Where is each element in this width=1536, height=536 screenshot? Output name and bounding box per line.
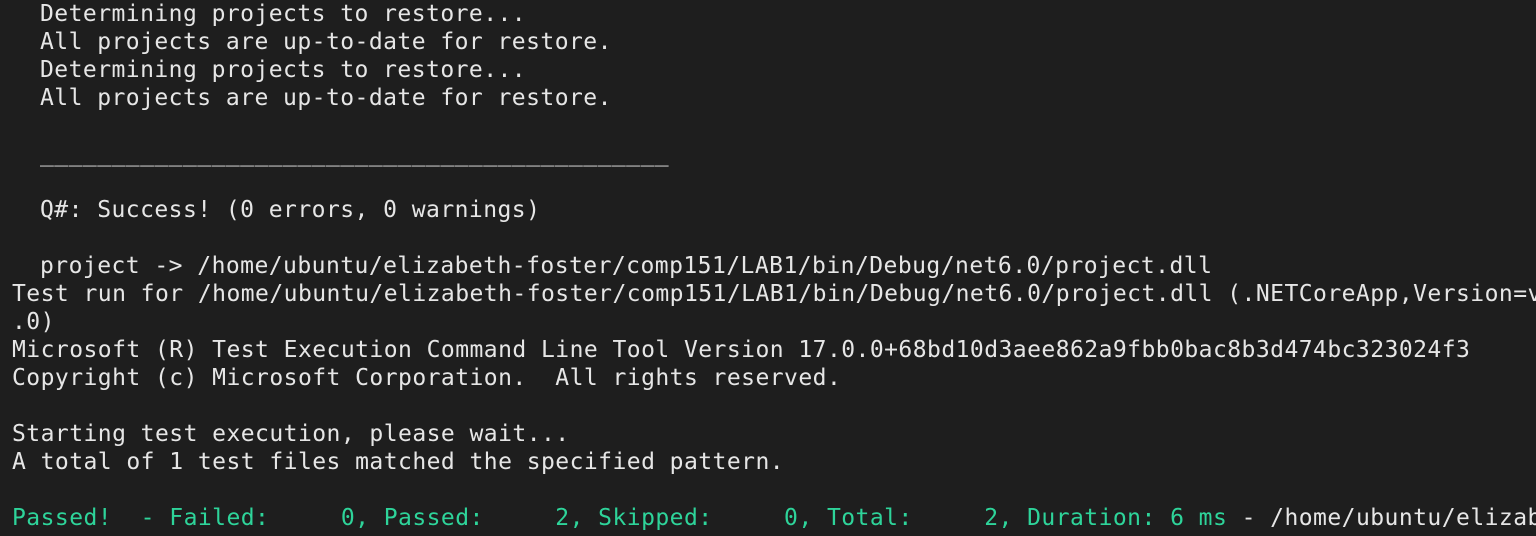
restore-line-2: All projects are up-to-date for restore. [40,29,612,55]
tool-version-line: Microsoft (R) Test Execution Command Lin… [12,337,1471,363]
copyright-line: Copyright (c) Microsoft Corporation. All… [12,365,842,391]
result-line: Passed! - Failed: 0, Passed: 2, Skipped:… [12,504,1536,532]
separator-row: ________________________________________… [12,140,1536,168]
starting-line: Starting test execution, please wait... [12,421,570,447]
terminal-output: Determining projects to restore... All p… [12,0,1536,532]
test-run-line-wrap: .0) [12,309,55,335]
matched-line: A total of 1 test files matched the spec… [12,449,785,475]
restore-line-4: All projects are up-to-date for restore. [40,85,612,111]
result-path: - /home/ubuntu/elizabe [1227,505,1536,531]
qsharp-status-line: Q#: Success! (0 errors, 0 warnings) [40,197,541,223]
separator-line: ________________________________________… [40,141,670,167]
result-summary: Passed! - Failed: 0, Passed: 2, Skipped:… [12,505,1228,531]
restore-line-3: Determining projects to restore... [40,57,527,83]
restore-line-1: Determining projects to restore... [40,1,527,27]
terminal-window[interactable]: Determining projects to restore... All p… [0,0,1536,536]
project-output-line: project -> /home/ubuntu/elizabeth-foster… [40,253,1213,279]
test-run-line: Test run for /home/ubuntu/elizabeth-fost… [12,281,1536,307]
